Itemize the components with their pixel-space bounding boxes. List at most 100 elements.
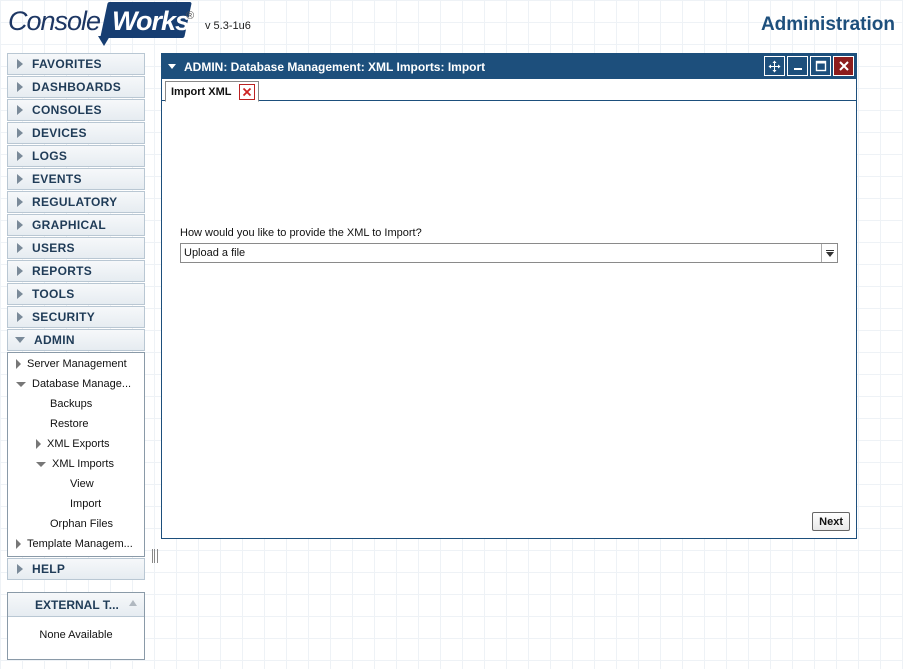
external-tools-header[interactable]: EXTERNAL T... xyxy=(8,593,144,617)
window-menu-arrow-icon[interactable] xyxy=(168,64,176,69)
expand-arrow-icon xyxy=(36,439,41,449)
minimize-window-button[interactable] xyxy=(787,56,808,76)
nav-security[interactable]: SECURITY xyxy=(7,306,145,328)
tree-label: Orphan Files xyxy=(50,518,113,530)
nav-events[interactable]: EVENTS xyxy=(7,168,145,190)
collapse-arrow-icon xyxy=(16,381,26,387)
close-icon xyxy=(838,61,849,71)
expand-arrow-icon xyxy=(17,59,23,69)
nav-admin[interactable]: ADMIN xyxy=(7,329,145,351)
expand-arrow-icon xyxy=(17,289,23,299)
tab-bar: Import XML xyxy=(162,79,856,102)
external-tools-title: EXTERNAL T... xyxy=(35,597,119,612)
tree-restore[interactable]: Restore xyxy=(8,414,144,434)
tab-import-xml[interactable]: Import XML xyxy=(165,81,259,102)
tree-label: XML Exports xyxy=(47,438,110,450)
nav-label: ADMIN xyxy=(34,333,75,347)
sidebar: FAVORITES DASHBOARDS CONSOLES DEVICES LO… xyxy=(7,53,145,581)
window-controls xyxy=(764,56,854,76)
expand-arrow-icon xyxy=(17,105,23,115)
move-window-button[interactable] xyxy=(764,56,785,76)
maximize-window-button[interactable] xyxy=(810,56,831,76)
tab-close-icon[interactable] xyxy=(238,83,255,100)
nav-label: USERS xyxy=(32,241,75,255)
move-icon xyxy=(768,60,781,72)
tree-label: Server Management xyxy=(27,358,127,370)
nav-regulatory[interactable]: REGULATORY xyxy=(7,191,145,213)
nav-label: REGULATORY xyxy=(32,195,118,209)
nav-label: FAVORITES xyxy=(32,57,102,71)
collapse-up-icon[interactable] xyxy=(129,600,137,606)
nav-help[interactable]: HELP xyxy=(7,558,145,580)
tree-label: Import xyxy=(70,498,102,510)
minimize-icon xyxy=(793,68,802,70)
xml-source-value: Upload a file xyxy=(184,247,246,259)
tree-backups[interactable]: Backups xyxy=(8,394,144,414)
nav-users[interactable]: USERS xyxy=(7,237,145,259)
tree-label: View xyxy=(70,478,94,490)
expand-arrow-icon xyxy=(17,197,23,207)
tree-view[interactable]: View xyxy=(8,474,144,494)
expand-arrow-icon xyxy=(17,266,23,276)
expand-arrow-icon xyxy=(17,128,23,138)
tree-label: Restore xyxy=(50,418,89,430)
nav-label: LOGS xyxy=(32,149,68,163)
expand-arrow-icon xyxy=(17,174,23,184)
external-tools-panel: EXTERNAL T... None Available xyxy=(7,592,145,660)
xml-source-select[interactable]: Upload a file xyxy=(180,243,838,263)
logo-registered-mark: ® xyxy=(186,10,195,22)
nav-label: EVENTS xyxy=(32,172,82,186)
close-icon xyxy=(242,87,251,96)
page-title: Administration xyxy=(760,14,895,35)
nav-graphical[interactable]: GRAPHICAL xyxy=(7,214,145,236)
nav-dashboards[interactable]: DASHBOARDS xyxy=(7,76,145,98)
logo-works-text: Works xyxy=(112,6,190,36)
close-window-button[interactable] xyxy=(833,56,854,76)
tree-template-management[interactable]: Template Managem... xyxy=(8,534,144,554)
sidebar-resize-handle[interactable] xyxy=(152,549,158,563)
nav-consoles[interactable]: CONSOLES xyxy=(7,99,145,121)
nav-label: TOOLS xyxy=(32,287,75,301)
nav-label: HELP xyxy=(32,562,66,576)
expand-arrow-icon xyxy=(17,564,23,574)
nav-favorites[interactable]: FAVORITES xyxy=(7,53,145,75)
window-title: ADMIN: Database Management: XML Imports:… xyxy=(184,59,486,74)
collapse-arrow-icon xyxy=(36,461,46,467)
external-tools-empty: None Available xyxy=(39,629,113,641)
tab-label: Import XML xyxy=(171,85,232,98)
dropdown-arrow-icon[interactable] xyxy=(821,244,837,262)
nav-label: GRAPHICAL xyxy=(32,218,107,232)
logo-tail xyxy=(98,36,110,46)
nav-label: CONSOLES xyxy=(32,103,102,117)
expand-arrow-icon xyxy=(16,539,21,549)
tree-import[interactable]: Import xyxy=(8,494,144,514)
import-window: ADMIN: Database Management: XML Imports:… xyxy=(161,53,857,539)
nav-devices[interactable]: DEVICES xyxy=(7,122,145,144)
nav-label: DASHBOARDS xyxy=(32,80,122,94)
tree-orphan-files[interactable]: Orphan Files xyxy=(8,514,144,534)
next-button[interactable]: Next xyxy=(812,512,850,531)
logo-console-text: Console xyxy=(8,6,101,36)
tree-label: Backups xyxy=(50,398,93,410)
window-titlebar[interactable]: ADMIN: Database Management: XML Imports:… xyxy=(162,54,856,79)
version-label: v 5.3-1u6 xyxy=(205,20,251,32)
tree-server-management[interactable]: Server Management xyxy=(8,354,144,374)
tree-database-management[interactable]: Database Manage... xyxy=(8,374,144,394)
nav-tools[interactable]: TOOLS xyxy=(7,283,145,305)
tree-label: Template Managem... xyxy=(27,538,133,550)
tree-label: Database Manage... xyxy=(32,378,132,390)
collapse-arrow-icon xyxy=(15,337,25,343)
expand-arrow-icon xyxy=(17,82,23,92)
tree-xml-exports[interactable]: XML Exports xyxy=(8,434,144,454)
nav-logs[interactable]: LOGS xyxy=(7,145,145,167)
tree-label: XML Imports xyxy=(52,458,114,470)
nav-label: SECURITY xyxy=(32,310,96,324)
expand-arrow-icon xyxy=(16,359,21,369)
expand-arrow-icon xyxy=(17,151,23,161)
xml-source-label: How would you like to provide the XML to… xyxy=(180,227,422,239)
admin-subtree: Server Management Database Manage... Bac… xyxy=(7,352,145,557)
expand-arrow-icon xyxy=(17,220,23,230)
tree-xml-imports[interactable]: XML Imports xyxy=(8,454,144,474)
nav-reports[interactable]: REPORTS xyxy=(7,260,145,282)
expand-arrow-icon xyxy=(17,312,23,322)
